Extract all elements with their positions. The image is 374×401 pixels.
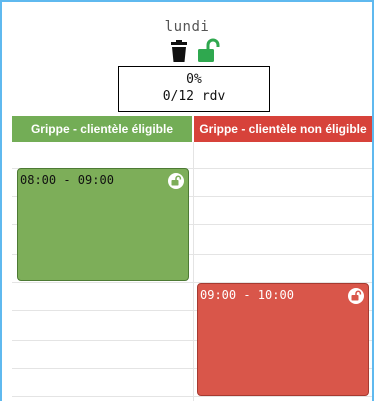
unlock-icon[interactable]	[168, 173, 184, 189]
day-actions	[166, 38, 222, 64]
grid-line	[12, 396, 372, 397]
column-header-eligible: Grippe - clientèle éligible	[12, 116, 192, 142]
slot-time: 09:00 - 10:00	[200, 288, 294, 302]
day-label: lundi	[164, 19, 210, 35]
booking-stats: 0% 0/12 rdv	[118, 66, 270, 112]
fill-percent: 0%	[186, 72, 202, 87]
unlock-icon[interactable]	[196, 38, 222, 64]
trash-icon[interactable]	[166, 38, 192, 64]
appointment-slot-non-eligible[interactable]: 09:00 - 10:00	[197, 283, 369, 396]
slot-time: 08:00 - 09:00	[20, 173, 114, 187]
column-divider	[193, 142, 194, 401]
day-header: lundi 0% 0/12 rdv	[2, 2, 372, 116]
unlock-icon[interactable]	[348, 288, 364, 304]
column-header-non-eligible: Grippe - clientèle non éligible	[194, 116, 372, 142]
appointment-count: 0/12 rdv	[162, 89, 226, 104]
appointment-slot-eligible[interactable]: 08:00 - 09:00	[17, 168, 189, 281]
